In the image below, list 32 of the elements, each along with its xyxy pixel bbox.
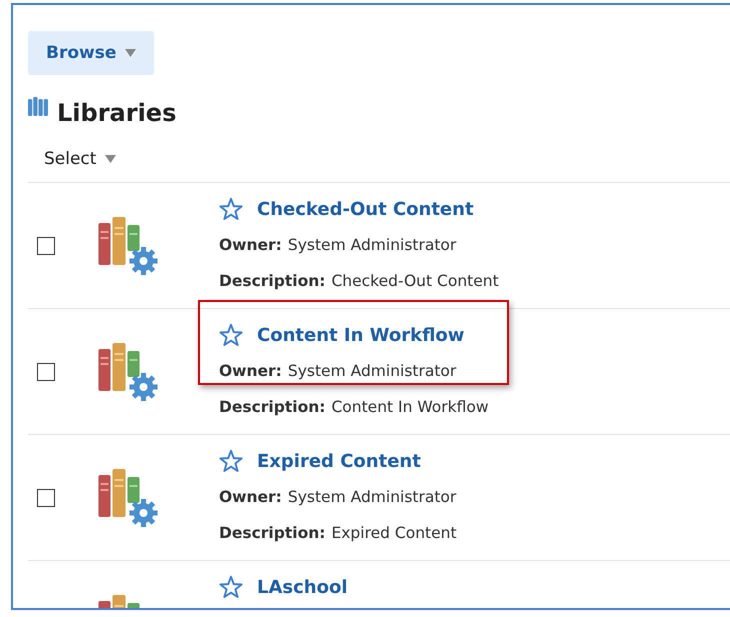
star-icon[interactable]	[219, 197, 243, 221]
description-value: Checked-Out Content	[331, 272, 499, 290]
page-title: Libraries	[57, 98, 176, 128]
library-link[interactable]: LAschool	[257, 576, 348, 598]
select-menu[interactable]: Select	[44, 146, 116, 172]
owner-value: System Administrator	[288, 488, 456, 506]
checkbox[interactable]	[37, 488, 55, 506]
checkbox[interactable]	[37, 236, 55, 254]
library-icon	[98, 469, 158, 527]
description-label: Description:	[219, 272, 326, 290]
library-icon	[98, 217, 158, 275]
library-link[interactable]: Checked-Out Content	[257, 198, 474, 220]
library-link[interactable]: Expired Content	[257, 450, 421, 472]
owner-value: System Administrator	[288, 362, 456, 380]
description-value: Expired Content	[331, 524, 457, 542]
browse-button[interactable]: Browse	[28, 31, 154, 75]
owner-label: Owner:	[219, 236, 282, 254]
checkbox[interactable]	[37, 362, 55, 380]
description-label: Description:	[219, 398, 326, 416]
star-icon[interactable]	[219, 449, 243, 473]
caret-icon	[105, 155, 116, 163]
description-label: Description:	[219, 524, 326, 542]
star-icon[interactable]	[219, 575, 243, 599]
owner-label: Owner:	[219, 488, 282, 506]
description-value: Content In Workflow	[331, 398, 489, 416]
library-link[interactable]: Content In Workflow	[257, 324, 464, 346]
books-icon	[28, 97, 48, 116]
owner-label: Owner:	[219, 362, 282, 380]
star-icon[interactable]	[219, 323, 243, 347]
library-icon	[98, 343, 158, 401]
caret-icon	[125, 49, 136, 57]
owner-value: System Administrator	[288, 236, 456, 254]
